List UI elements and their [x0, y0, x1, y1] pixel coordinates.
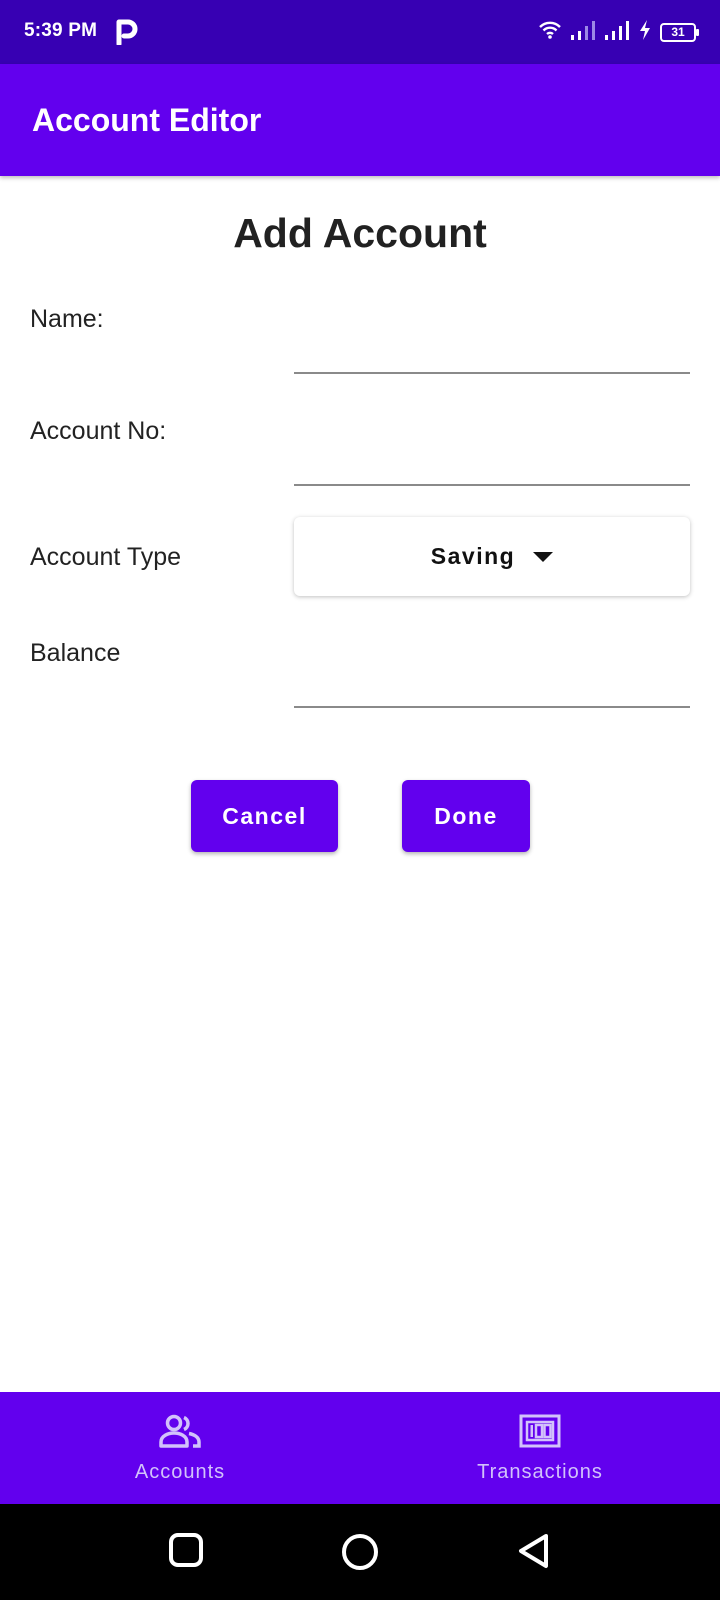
app-bar: Account Editor [0, 64, 720, 176]
account-type-dropdown[interactable]: Saving [294, 517, 690, 596]
done-button[interactable]: Done [402, 780, 530, 852]
status-bar: 5:39 PM 31 [0, 0, 720, 64]
signal-icon [604, 19, 630, 46]
p-icon [116, 19, 138, 50]
nav-accounts[interactable]: Accounts [0, 1392, 360, 1504]
nav-transactions[interactable]: Transactions [360, 1392, 720, 1504]
account-no-input[interactable] [294, 442, 690, 486]
page-title: Add Account [233, 210, 487, 256]
account-no-label: Account No: [30, 417, 167, 445]
money-icon [519, 1414, 561, 1453]
home-circle-icon[interactable] [340, 1532, 380, 1577]
name-input[interactable] [294, 330, 690, 374]
name-label: Name: [30, 305, 104, 333]
people-icon [159, 1414, 201, 1453]
status-time: 5:39 PM [24, 20, 98, 41]
wifi-icon [538, 20, 562, 45]
system-navigation-bar [0, 1504, 720, 1600]
nav-transactions-label: Transactions [477, 1461, 603, 1483]
balance-label: Balance [30, 639, 121, 667]
cancel-button[interactable]: Cancel [191, 780, 338, 852]
recents-square-icon[interactable] [168, 1532, 204, 1573]
account-type-label: Account Type [30, 543, 182, 571]
battery-icon: 31 [660, 22, 699, 42]
bottom-navigation: Accounts Transactions [0, 1392, 720, 1504]
status-icons: 31 [538, 18, 699, 46]
back-triangle-icon[interactable] [516, 1532, 552, 1575]
app-title: Account Editor [32, 102, 262, 138]
battery-level: 31 [671, 25, 685, 39]
signal-icon [570, 19, 596, 46]
account-type-selected: Saving [430, 543, 516, 569]
nav-accounts-label: Accounts [134, 1461, 226, 1483]
dropdown-arrow-icon [533, 551, 554, 562]
balance-input[interactable] [294, 664, 690, 708]
charging-icon [638, 19, 652, 46]
